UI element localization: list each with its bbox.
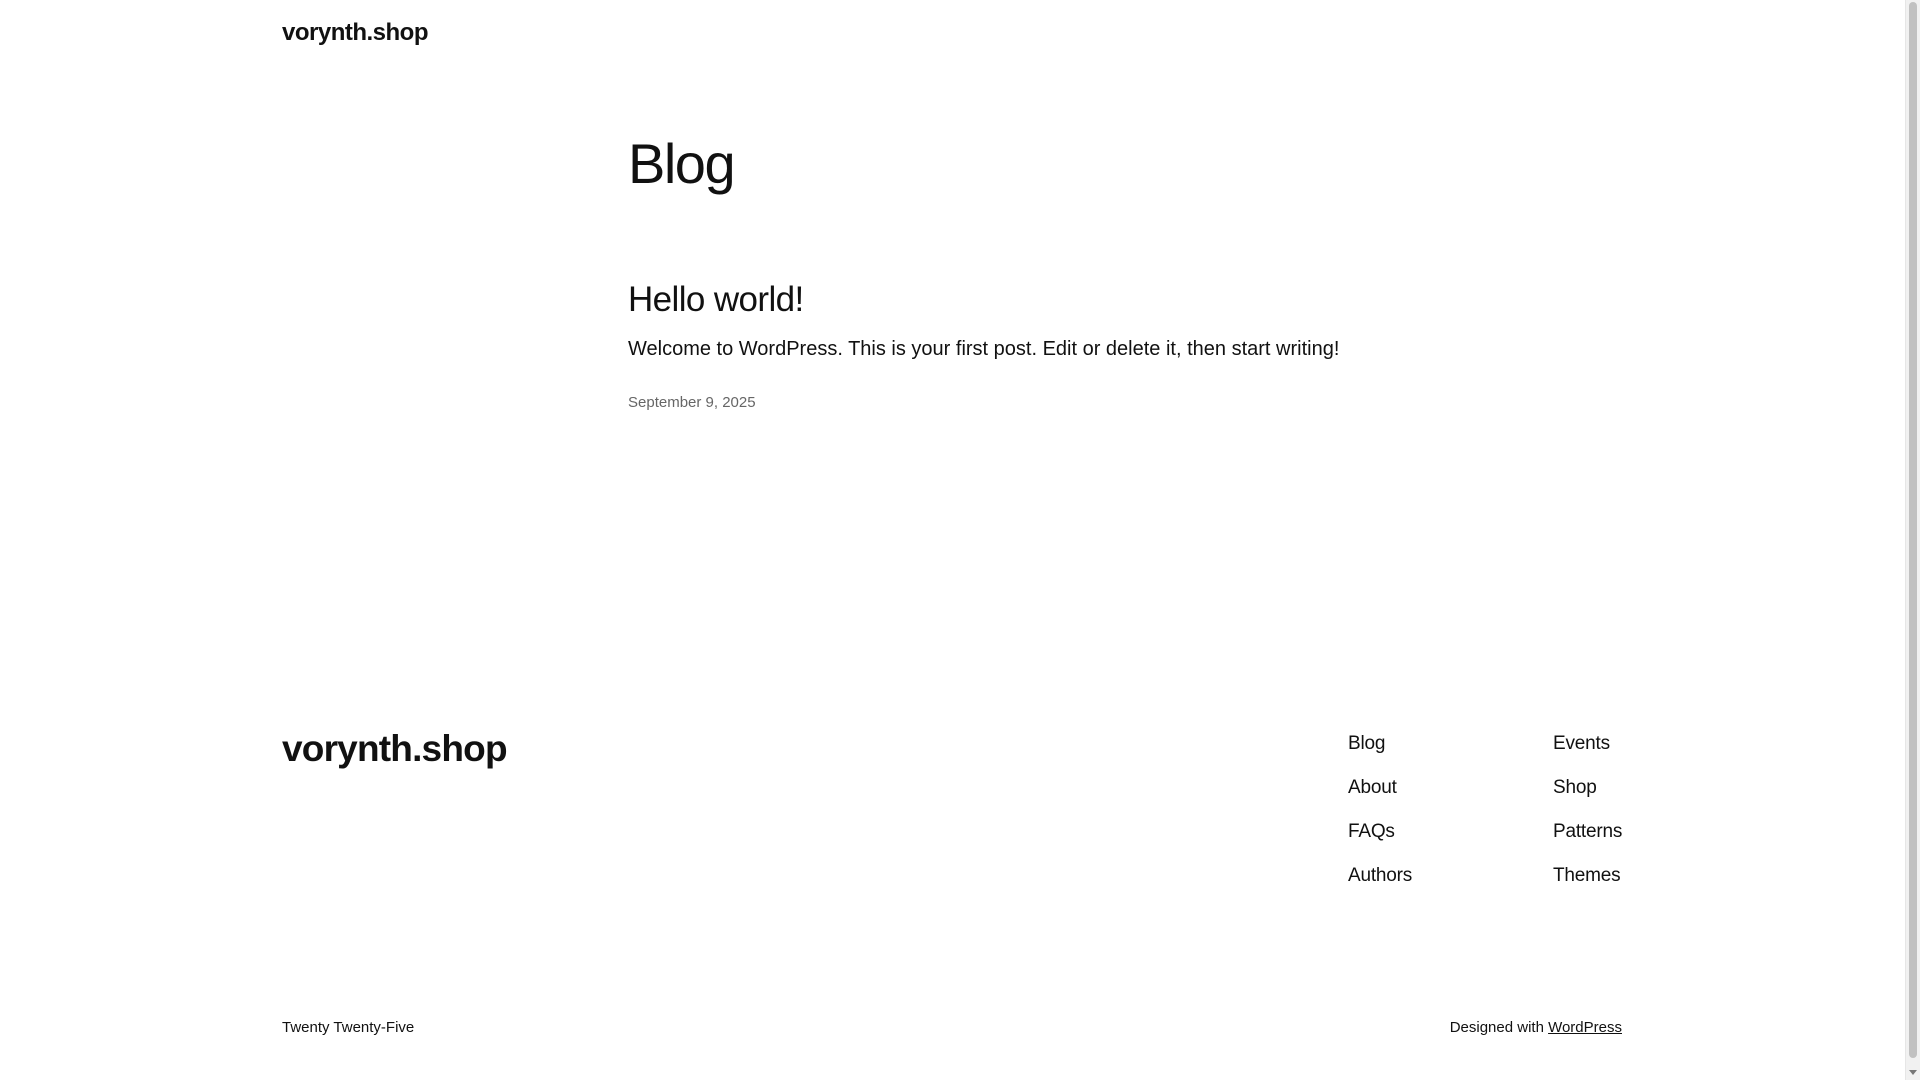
vertical-scrollbar[interactable] — [1905, 0, 1920, 1080]
post-excerpt: Welcome to WordPress. This is your first… — [628, 338, 1340, 360]
footer-nav-column-2: Events Shop Patterns Themes — [1553, 730, 1622, 889]
scrollbar-thumb[interactable] — [1909, 2, 1917, 1058]
footer-nav-item-authors[interactable]: Authors — [1348, 862, 1412, 889]
footer-nav-item-themes[interactable]: Themes — [1553, 862, 1622, 889]
page-title: Blog — [628, 132, 736, 195]
footer-nav-item-events[interactable]: Events — [1553, 730, 1622, 757]
credit-prefix-text: Designed with — [1449, 1019, 1549, 1036]
page: vorynth.shop Blog Hello world! Welcome t… — [0, 0, 1920, 1080]
footer-nav-item-blog[interactable]: Blog — [1348, 730, 1412, 757]
site-title-link[interactable]: vorynth.shop — [282, 19, 429, 47]
footer-nav-item-about[interactable]: About — [1348, 774, 1412, 801]
footer-nav-item-patterns[interactable]: Patterns — [1553, 818, 1622, 845]
footer-nav-column-1: Blog About FAQs Authors — [1348, 730, 1412, 889]
theme-credit-link[interactable]: Twenty Twenty-Five — [282, 1019, 414, 1036]
designed-with-credit: Designed with WordPress — [1450, 1019, 1622, 1036]
footer-site-title-link[interactable]: vorynth.shop — [282, 728, 508, 770]
footer-nav-item-faqs[interactable]: FAQs — [1348, 818, 1412, 845]
scroll-down-arrow-icon[interactable] — [1909, 1070, 1917, 1075]
footer-nav-item-shop[interactable]: Shop — [1553, 774, 1622, 801]
post-title-link[interactable]: Hello world! — [628, 282, 804, 317]
post-date-link[interactable]: September 9, 2025 — [628, 394, 756, 411]
wordpress-link[interactable]: WordPress — [1548, 1019, 1622, 1036]
